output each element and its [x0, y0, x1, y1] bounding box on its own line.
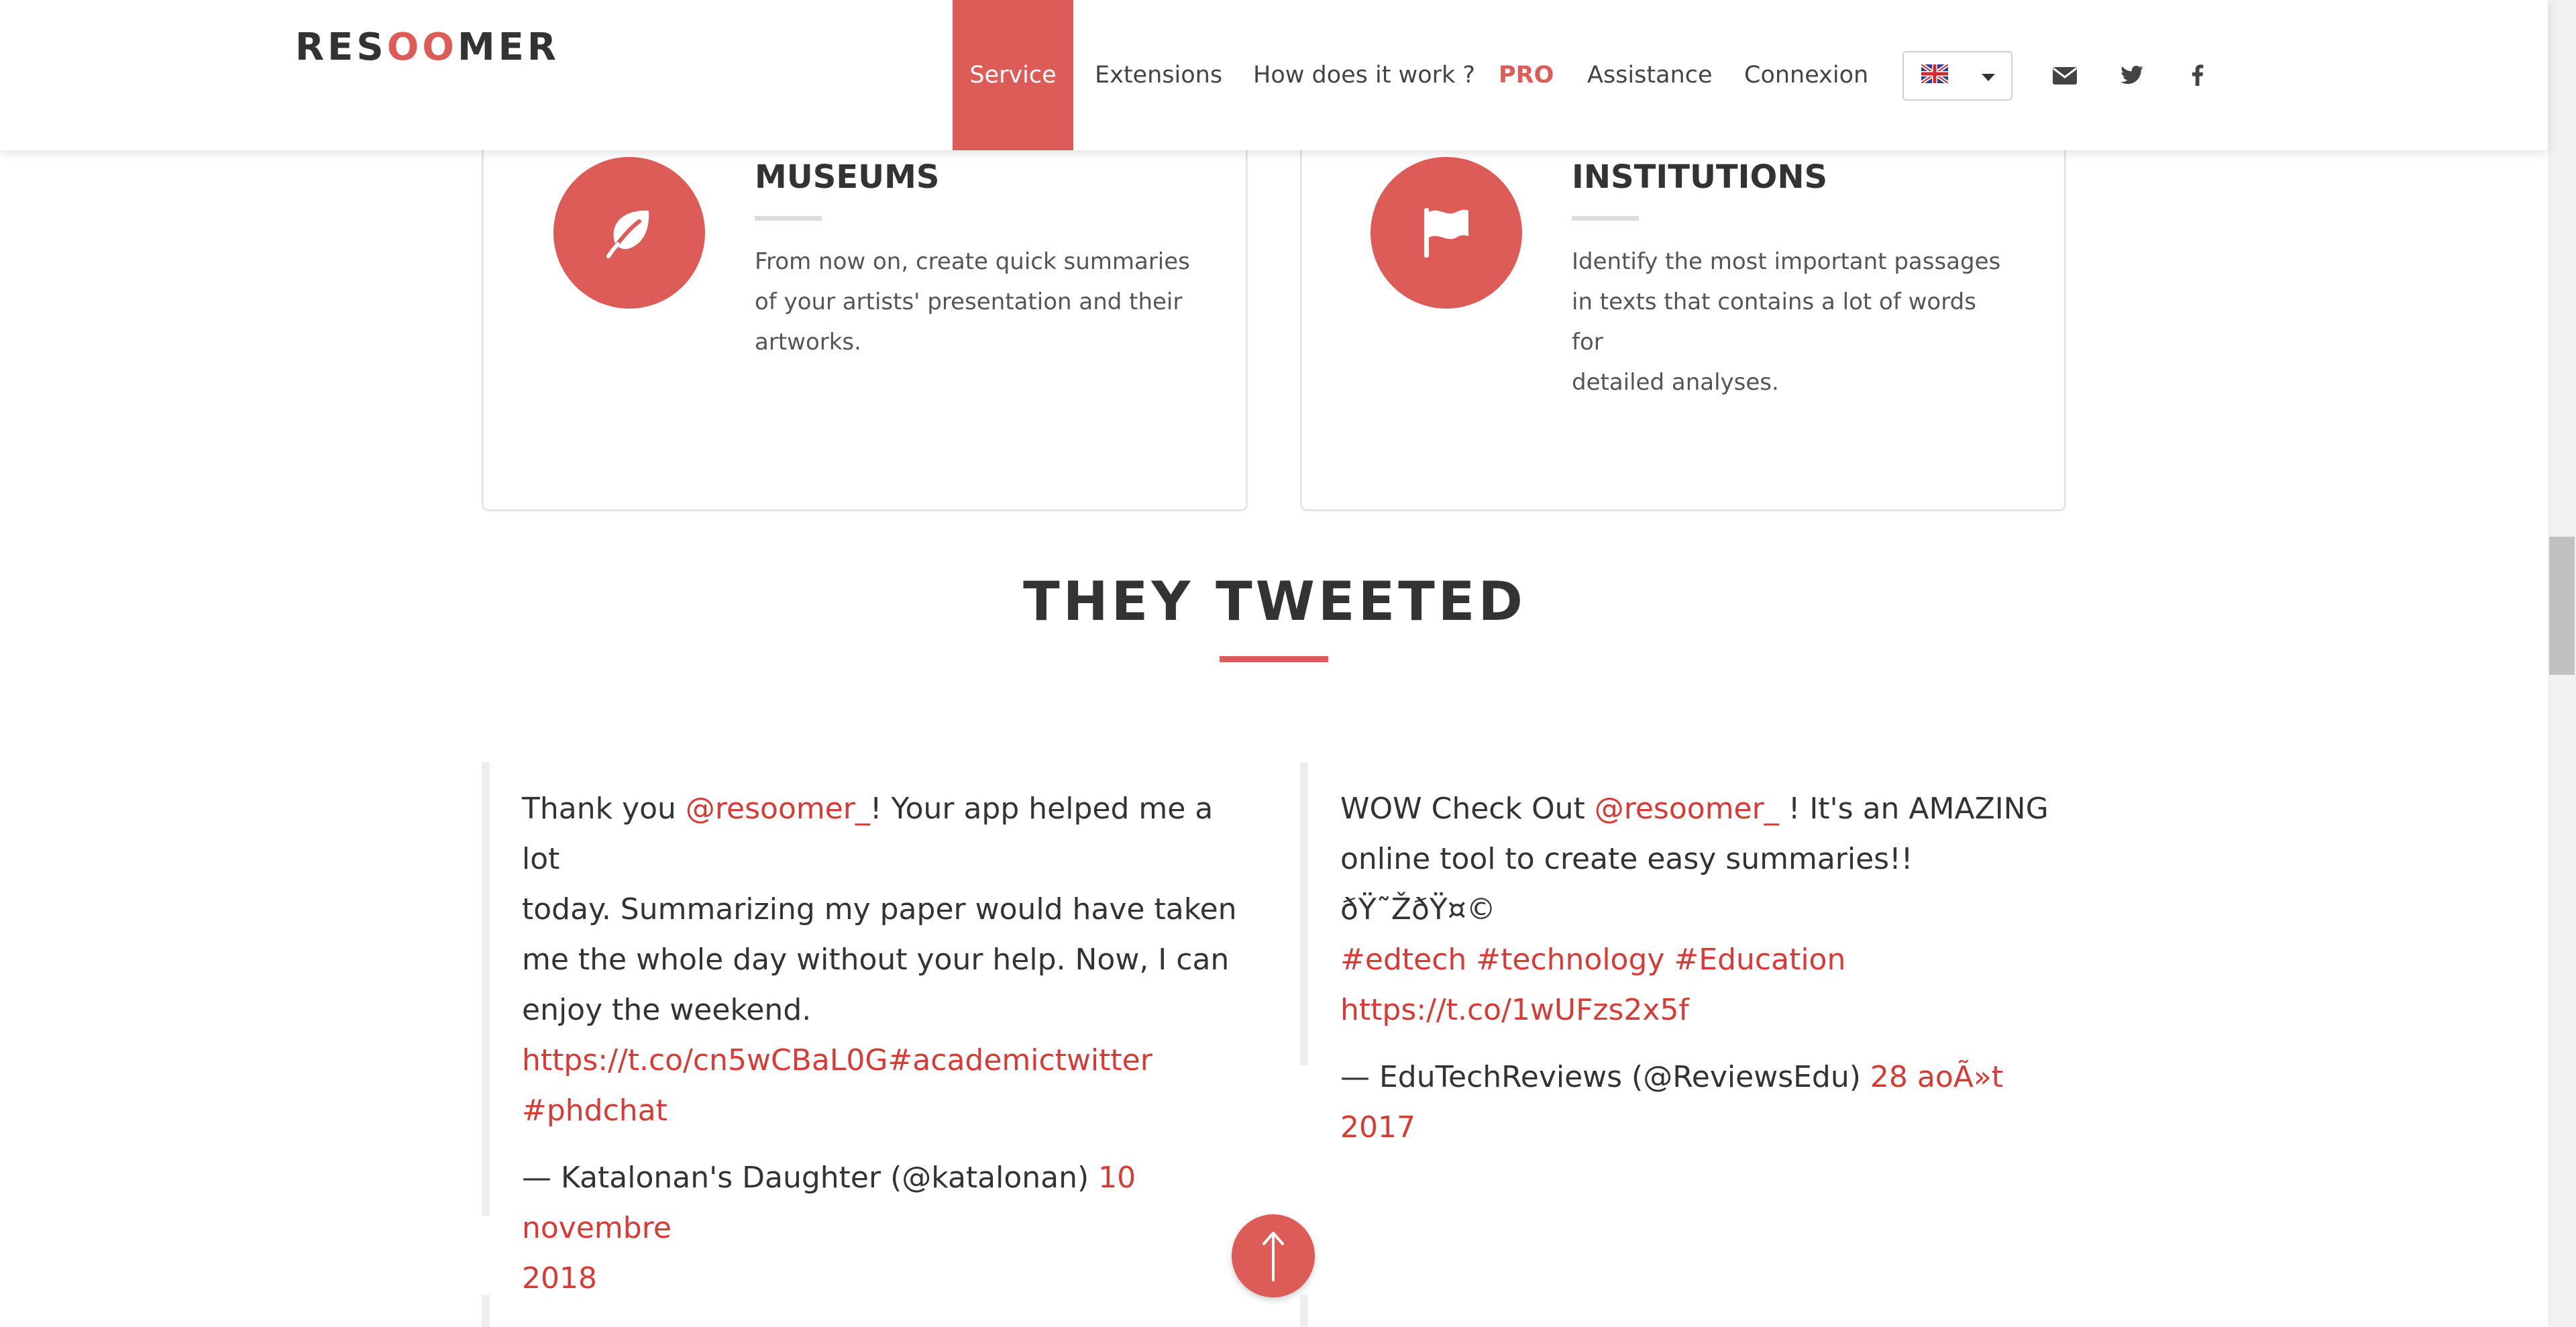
tweet-author: — EduTechReviews (@ReviewsEdu) 28 aoÃ»t …: [1340, 1060, 2004, 1145]
tweet-quote-partial: [482, 1295, 1246, 1327]
card-divider: [1572, 216, 1639, 221]
nav-connexion[interactable]: Connexion: [1744, 0, 1868, 150]
nav-pro[interactable]: PRO: [1499, 0, 1554, 150]
tweet-link[interactable]: https://t.co/1wUFzs2x5f: [1340, 985, 2065, 1035]
card-description: From now on, create quick summaries of y…: [755, 248, 1190, 356]
card-divider: [755, 216, 822, 221]
flag-icon: [1424, 208, 1468, 258]
tweet-text: WOW Check Out @resoomer_ ! It's an AMAZI…: [1340, 784, 2065, 1035]
tweet-link[interactable]: https://t.co/cn5wCBaL0G#academictwitter: [522, 1035, 1246, 1085]
tweet-author: — Katalonan's Daughter (@katalonan) 10 n…: [522, 1153, 1246, 1304]
resoomer-logo[interactable]: RESOOMER: [295, 25, 559, 69]
mention-link[interactable]: @resoomer_: [686, 792, 870, 826]
tweet-quote-partial: [1300, 1295, 2065, 1327]
arrow-up-icon: [1263, 1232, 1284, 1281]
nav-service[interactable]: Service: [953, 0, 1073, 150]
institutions-icon-circle: [1371, 157, 1522, 309]
tweet-text: Thank you @resoomer_! Your app helped me…: [522, 784, 1246, 1136]
mention-link[interactable]: @resoomer_: [1595, 792, 1779, 826]
section-title: THEY TWEETED: [1023, 570, 1526, 633]
nav-extensions[interactable]: Extensions: [1095, 0, 1222, 150]
uk-flag-icon: [1921, 64, 1948, 83]
site-header: RESOOMER Service Extensions How does it …: [0, 0, 2548, 150]
tweet-quote: WOW Check Out @resoomer_ ! It's an AMAZI…: [1300, 762, 2065, 1145]
chevron-down-icon: [1982, 74, 1995, 81]
nav-how-it-works[interactable]: How does it work ?: [1253, 0, 1475, 150]
leaf-icon: [606, 210, 649, 258]
envelope-icon[interactable]: [2051, 62, 2078, 89]
card-title: MUSEUMS: [755, 158, 940, 196]
tweet-quote: Thank you @resoomer_! Your app helped me…: [482, 762, 1246, 1295]
nav-assistance[interactable]: Assistance: [1587, 0, 1713, 150]
hashtag-link[interactable]: #phdchat: [522, 1085, 1246, 1136]
twitter-icon[interactable]: [2118, 62, 2145, 89]
back-to-top-button[interactable]: [1232, 1214, 1315, 1297]
museums-icon-circle: [553, 157, 705, 309]
institutions-card: INSTITUTIONS Identify the most important…: [1300, 101, 2066, 511]
card-description: Identify the most important passages in …: [1572, 248, 2001, 396]
language-select[interactable]: [1902, 51, 2012, 101]
scrollbar-thumb[interactable]: [2549, 537, 2575, 675]
section-underline: [1220, 656, 1328, 662]
facebook-icon[interactable]: [2184, 62, 2211, 89]
card-title: INSTITUTIONS: [1572, 158, 1828, 196]
hashtag-links[interactable]: #edtech #technology #Education: [1340, 935, 2065, 985]
museums-card: MUSEUMS From now on, create quick summar…: [482, 101, 1248, 511]
